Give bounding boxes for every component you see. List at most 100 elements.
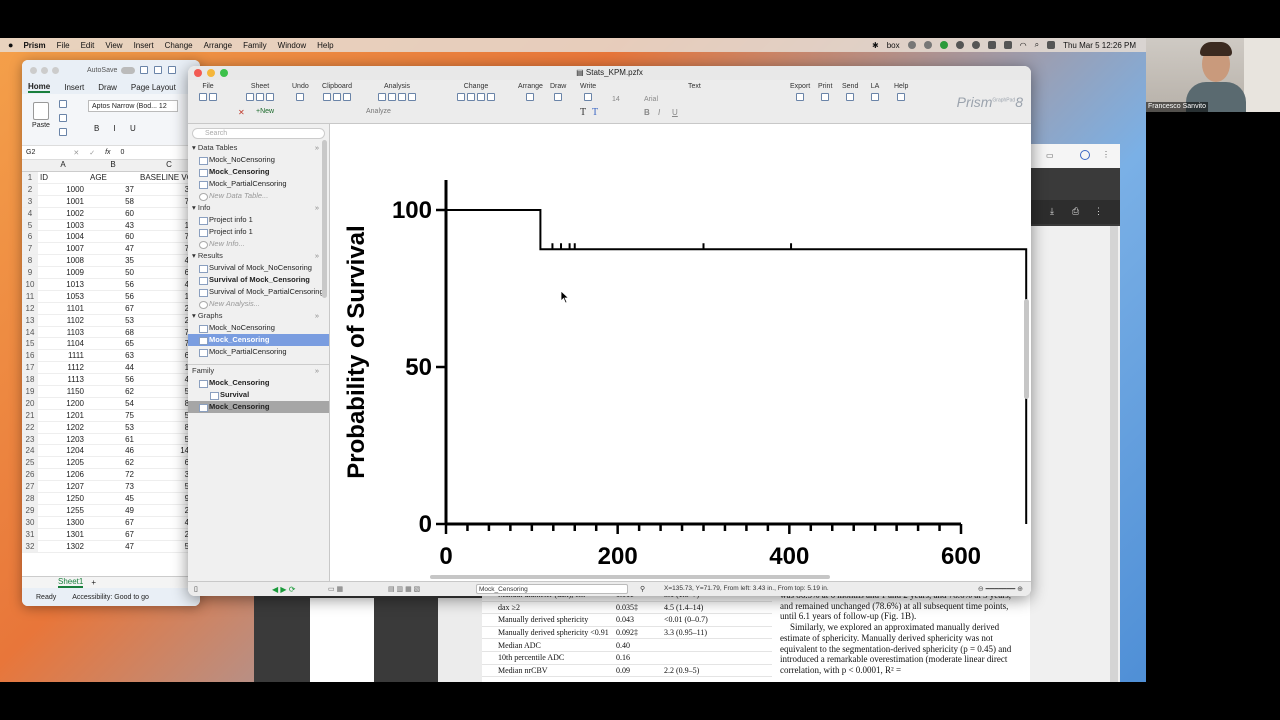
row-header[interactable]: 32 [22, 540, 38, 552]
cell[interactable]: 1002 [38, 208, 88, 219]
battery-icon[interactable] [1003, 41, 1012, 49]
play-icon[interactable] [971, 41, 980, 49]
font-name-select[interactable]: Aptos Narrow (Bod... 12 [88, 100, 178, 112]
cell[interactable]: 68 [88, 327, 138, 338]
new-info-button[interactable]: New Info... [188, 238, 329, 250]
cell[interactable]: 1204 [38, 445, 88, 456]
cell[interactable]: 61 [88, 434, 138, 445]
control-center-icon[interactable] [1047, 41, 1056, 49]
row-header[interactable]: 19 [22, 386, 38, 397]
sheet-tab[interactable]: Sheet1 [58, 577, 84, 588]
tab-icon[interactable]: ▭ [1046, 151, 1054, 160]
row-header[interactable]: 27 [22, 481, 38, 493]
text-t-icon[interactable]: T [592, 107, 598, 118]
row-header[interactable]: 1 [22, 172, 38, 183]
tab-home[interactable]: Home [28, 82, 51, 93]
cell[interactable]: 1206 [38, 469, 88, 480]
green-status-icon[interactable] [939, 41, 948, 49]
close-icon[interactable] [30, 66, 37, 74]
cell[interactable]: 35 [88, 255, 138, 266]
name-box[interactable]: G2 [26, 149, 35, 156]
cell[interactable]: 63 [88, 350, 138, 361]
cell[interactable]: 1013 [38, 279, 88, 290]
cell[interactable]: ID [38, 172, 88, 183]
column-header[interactable]: A [38, 160, 88, 171]
row-header[interactable]: 24 [22, 445, 38, 457]
cell[interactable]: 75 [88, 410, 138, 421]
copy-icon[interactable] [333, 93, 341, 101]
section-info[interactable]: ▾ Info [188, 202, 329, 214]
save-icon[interactable] [154, 66, 163, 74]
analysis-icon[interactable] [378, 93, 386, 101]
cell[interactable]: 1205 [38, 457, 88, 468]
link-icon[interactable]: ⚲ [640, 585, 645, 593]
cell[interactable]: 1003 [38, 220, 88, 231]
change-icon[interactable] [467, 93, 475, 101]
cell[interactable]: 56 [88, 291, 138, 302]
cell[interactable]: 1255 [38, 505, 88, 516]
cell[interactable]: 1009 [38, 267, 88, 278]
confirm-icon[interactable]: ✓ [89, 149, 95, 157]
underline-icon[interactable]: U [672, 108, 678, 117]
row-header[interactable]: 12 [22, 302, 38, 314]
search-input[interactable]: Search [192, 128, 325, 139]
cell[interactable]: 54 [88, 398, 138, 409]
analysis-icon[interactable] [398, 93, 406, 101]
cell[interactable]: 53 [88, 315, 138, 326]
row-header[interactable]: 22 [22, 421, 38, 433]
row-header[interactable]: 29 [22, 504, 38, 516]
cell[interactable]: 62 [88, 386, 138, 397]
row-header[interactable]: 20 [22, 397, 38, 409]
cell[interactable]: 58 [88, 196, 138, 207]
select-all[interactable] [22, 160, 38, 171]
cell[interactable]: 1113 [38, 374, 88, 385]
accessibility-status[interactable]: Accessibility: Good to go [72, 594, 149, 601]
cell[interactable]: 56 [88, 279, 138, 290]
row-header[interactable]: 8 [22, 255, 38, 267]
box-app-label[interactable]: box [887, 41, 900, 50]
menu-view[interactable]: View [105, 41, 122, 50]
arrange-icon[interactable] [526, 93, 535, 101]
sheet-nav-buttons[interactable]: ◀ ▶ ⟳ [272, 585, 295, 594]
cancel-icon[interactable]: ✕ [73, 149, 79, 157]
cell[interactable]: 1301 [38, 529, 88, 540]
cell[interactable]: 44 [88, 362, 138, 373]
circle-icon[interactable] [923, 41, 932, 49]
cell[interactable]: 1007 [38, 243, 88, 254]
result-item[interactable]: Survival of Mock_Censoring [188, 274, 329, 286]
cell[interactable]: 43 [88, 220, 138, 231]
pinwheel-icon[interactable]: ✱ [872, 41, 879, 50]
row-header[interactable]: 23 [22, 433, 38, 445]
cell[interactable]: 1000 [38, 184, 88, 195]
analysis-icon[interactable] [408, 93, 416, 101]
bold-icon[interactable]: B [644, 108, 650, 117]
cell[interactable]: 1008 [38, 255, 88, 266]
cell[interactable]: 49 [88, 505, 138, 516]
row-header[interactable]: 14 [22, 326, 38, 338]
info-item[interactable]: Project info 1 [188, 226, 329, 238]
help-icon[interactable] [897, 93, 906, 101]
cell[interactable]: 56 [88, 374, 138, 385]
scrollbar[interactable] [1110, 226, 1118, 682]
minimize-icon[interactable] [41, 66, 48, 74]
cell[interactable]: 1201 [38, 410, 88, 421]
print-icon[interactable] [821, 93, 830, 101]
cell[interactable]: 1053 [38, 291, 88, 302]
vertical-scrollbar[interactable] [1024, 299, 1029, 399]
row-header[interactable]: 16 [22, 350, 38, 362]
menu-edit[interactable]: Edit [81, 41, 95, 50]
cell[interactable]: 1111 [38, 350, 88, 361]
row-header[interactable]: 2 [22, 183, 38, 195]
section-results[interactable]: ▾ Results [188, 250, 329, 262]
view-mode-icons[interactable]: ▭ ▦ [328, 585, 343, 593]
section-data-tables[interactable]: ▾ Data Tables [188, 142, 329, 154]
menu-file[interactable]: File [57, 41, 70, 50]
graph-item[interactable]: Mock_PartialCensoring [188, 346, 329, 358]
cell[interactable]: 65 [88, 338, 138, 349]
close-icon[interactable] [194, 69, 202, 77]
sheet-icon[interactable] [246, 93, 254, 101]
text-tool-icon[interactable] [584, 93, 593, 101]
row-header[interactable]: 26 [22, 469, 38, 481]
row-header[interactable]: 10 [22, 279, 38, 290]
cell[interactable]: 1202 [38, 422, 88, 433]
